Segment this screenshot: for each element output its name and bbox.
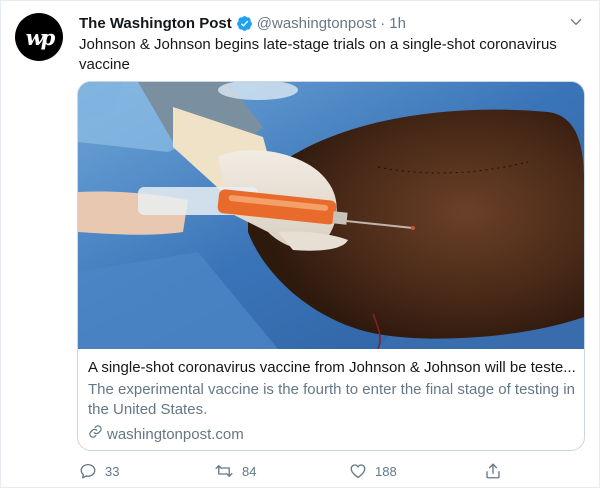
avatar[interactable]: wp <box>15 13 63 61</box>
card-description: The experimental vaccine is the fourth t… <box>88 381 575 418</box>
reply-button[interactable]: 33 <box>79 462 214 480</box>
like-button[interactable]: 188 <box>349 462 484 480</box>
vaccine-injection-photo <box>78 82 584 349</box>
card-title[interactable]: A single-shot coronavirus vaccine from J… <box>88 358 576 378</box>
chevron-down-icon[interactable] <box>567 13 585 31</box>
separator-dot: · <box>380 14 386 32</box>
share-icon <box>484 462 502 480</box>
retweet-button[interactable]: 84 <box>214 462 349 480</box>
tweet-header: The Washington Post @washingtonpost · 1h <box>79 13 406 33</box>
verified-badge-icon <box>236 15 253 32</box>
author-name[interactable]: The Washington Post <box>79 15 232 32</box>
retweet-icon <box>214 462 234 480</box>
reply-icon <box>79 462 97 480</box>
tweet-timestamp[interactable]: 1h <box>389 15 406 32</box>
tweet-text: Johnson & Johnson begins late-stage tria… <box>79 36 557 73</box>
retweet-count: 84 <box>242 463 257 479</box>
heart-icon <box>349 462 367 480</box>
link-card[interactable]: A single-shot coronavirus vaccine from J… <box>77 81 585 451</box>
card-domain[interactable]: washingtonpost.com <box>88 424 576 445</box>
tweet-container[interactable]: wp The Washington Post @washingtonpost ·… <box>0 0 600 488</box>
card-body[interactable]: A single-shot coronavirus vaccine from J… <box>88 358 576 445</box>
tweet-actions: 33 84 188 <box>79 461 509 481</box>
link-icon <box>88 424 103 445</box>
author-handle[interactable]: @washingtonpost <box>257 15 376 32</box>
like-count: 188 <box>375 463 397 479</box>
share-button[interactable] <box>484 462 502 480</box>
card-image[interactable] <box>78 82 584 349</box>
reply-count: 33 <box>105 463 120 479</box>
avatar-logo-text: wp <box>25 24 56 50</box>
card-domain-text: washingtonpost.com <box>107 425 244 443</box>
